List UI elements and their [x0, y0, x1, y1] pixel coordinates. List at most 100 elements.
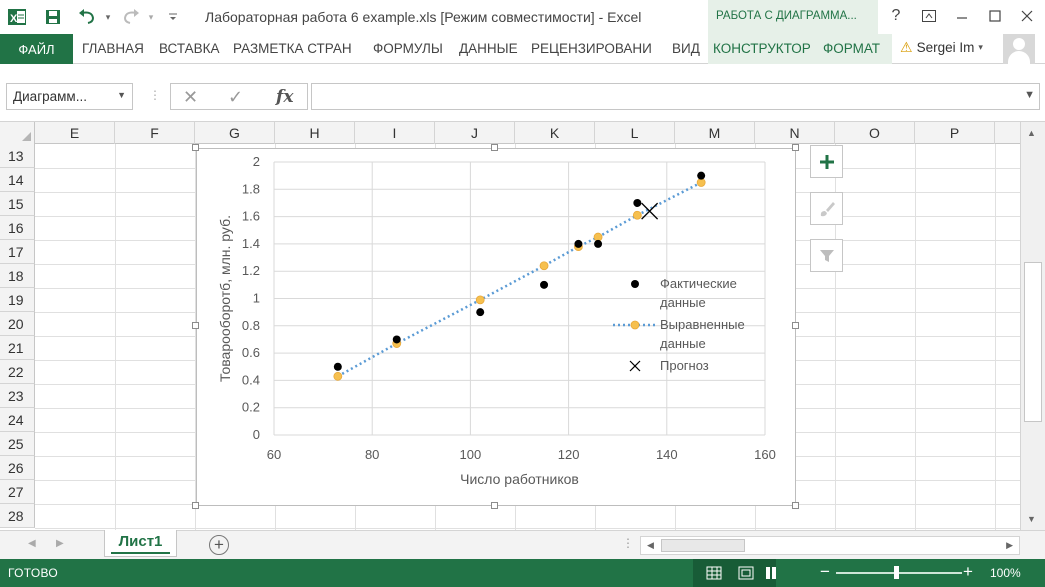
column-header[interactable]: G: [195, 122, 275, 144]
chart-resize-handle[interactable]: [792, 322, 799, 329]
save-icon[interactable]: [42, 6, 64, 28]
chart-styles-button[interactable]: [810, 192, 843, 225]
page-break-view-icon[interactable]: [765, 565, 776, 581]
chart-elements-button[interactable]: [810, 145, 843, 178]
tab-insert[interactable]: ВСТАВКА: [159, 41, 220, 56]
column-header[interactable]: E: [35, 122, 115, 144]
column-header[interactable]: M: [675, 122, 755, 144]
customize-toolbar-icon[interactable]: [162, 6, 184, 28]
avatar[interactable]: [1003, 34, 1035, 64]
tab-file[interactable]: ФАЙЛ: [0, 34, 73, 64]
scroll-right-icon[interactable]: ▶: [1006, 540, 1013, 551]
row-header[interactable]: 20: [0, 312, 35, 336]
add-sheet-icon[interactable]: +: [209, 535, 229, 555]
chart-resize-handle[interactable]: [491, 144, 498, 151]
page-layout-view-icon[interactable]: [738, 565, 754, 581]
chart-area[interactable]: 60 80 100 120 140 160 0 0.2 0.4 0.6 0.8 1 1.2 1.4 1.6 1…: [196, 148, 796, 506]
row-header[interactable]: 17: [0, 240, 35, 264]
row-header[interactable]: 22: [0, 360, 35, 384]
resize-handle-icon[interactable]: ⋮: [149, 88, 161, 102]
row-header[interactable]: 27: [0, 480, 35, 504]
zoom-in-icon[interactable]: +: [963, 562, 973, 582]
chart-resize-handle[interactable]: [192, 144, 199, 151]
scroll-down-icon[interactable]: ▼: [1027, 514, 1036, 524]
row-header[interactable]: 24: [0, 408, 35, 432]
column-header[interactable]: F: [115, 122, 195, 144]
tab-formulas[interactable]: ФОРМУЛЫ: [373, 41, 443, 56]
ribbon-display-options-button[interactable]: [916, 5, 942, 27]
scroll-up-icon[interactable]: ▲: [1027, 128, 1036, 138]
column-header[interactable]: H: [275, 122, 355, 144]
undo-icon[interactable]: [77, 6, 99, 28]
chart-resize-handle[interactable]: [491, 502, 498, 509]
formula-input[interactable]: ▼: [311, 83, 1040, 110]
select-all-button[interactable]: [0, 122, 35, 144]
tab-chart-format[interactable]: ФОРМАТ: [818, 34, 892, 64]
close-button[interactable]: [1014, 5, 1040, 27]
expand-formula-icon[interactable]: ▼: [1024, 89, 1035, 101]
tab-chart-design[interactable]: КОНСТРУКТОР: [708, 34, 818, 64]
tab-review[interactable]: РЕЦЕНЗИРОВАНИ: [531, 41, 652, 56]
resize-handle-icon[interactable]: ⋮: [622, 536, 634, 550]
tab-view[interactable]: ВИД: [672, 41, 700, 56]
row-header[interactable]: 28: [0, 504, 35, 528]
column-header[interactable]: K: [515, 122, 595, 144]
column-header[interactable]: P: [915, 122, 995, 144]
chart-filters-button[interactable]: [810, 239, 843, 272]
previous-sheet-icon[interactable]: ◀: [28, 538, 36, 549]
name-box[interactable]: Диаграмм... ▼: [6, 83, 133, 110]
tab-page-layout[interactable]: РАЗМЕТКА СТРАН: [233, 41, 352, 56]
actual-point: [697, 171, 706, 180]
row-header[interactable]: 21: [0, 336, 35, 360]
y-tick-label: 1.4: [242, 236, 260, 251]
status-text: ГОТОВО: [8, 566, 59, 580]
tab-home[interactable]: ГЛАВНАЯ: [82, 41, 144, 56]
enter-icon[interactable]: ✓: [228, 87, 243, 108]
minimize-button[interactable]: [949, 5, 975, 27]
column-header[interactable]: O: [835, 122, 915, 144]
scroll-left-icon[interactable]: ◀: [647, 540, 654, 551]
help-button[interactable]: ?: [883, 5, 909, 27]
row-header[interactable]: 13: [0, 144, 35, 168]
column-header[interactable]: I: [355, 122, 435, 144]
chart-resize-handle[interactable]: [192, 502, 199, 509]
fitted-point: [696, 178, 706, 187]
sheet-tab-active[interactable]: Лист1: [104, 530, 177, 557]
zoom-slider-thumb[interactable]: [894, 566, 899, 579]
chart-resize-handle[interactable]: [792, 502, 799, 509]
vertical-scrollbar[interactable]: ▲ ▼: [1020, 122, 1045, 530]
row-header[interactable]: 19: [0, 288, 35, 312]
zoom-out-icon[interactable]: −: [820, 562, 830, 582]
scroll-thumb[interactable]: [661, 539, 745, 552]
insert-function-icon[interactable]: fx: [276, 87, 293, 107]
row-header[interactable]: 25: [0, 432, 35, 456]
tab-data[interactable]: ДАННЫЕ: [459, 41, 518, 56]
normal-view-icon[interactable]: [706, 565, 722, 581]
row-header[interactable]: 15: [0, 192, 35, 216]
row-header[interactable]: 18: [0, 264, 35, 288]
zoom-slider[interactable]: [836, 572, 962, 574]
scatter-chart[interactable]: 60 80 100 120 140 160 0 0.2 0.4 0.6 0.8 1 1.2 1.4 1.6 1…: [197, 149, 797, 507]
chart-resize-handle[interactable]: [192, 322, 199, 329]
user-account[interactable]: ⚠ Sergei Im ▾: [900, 39, 983, 56]
row-header[interactable]: 16: [0, 216, 35, 240]
row-header[interactable]: 23: [0, 384, 35, 408]
redo-icon[interactable]: [119, 6, 141, 28]
zoom-level[interactable]: 100%: [990, 566, 1021, 580]
column-header[interactable]: L: [595, 122, 675, 144]
chevron-down-icon: ▼: [117, 90, 126, 100]
next-sheet-icon[interactable]: ▶: [56, 538, 64, 549]
chart-resize-handle[interactable]: [792, 144, 799, 151]
row-header[interactable]: 14: [0, 168, 35, 192]
cancel-icon[interactable]: ✕: [183, 87, 198, 108]
grid-line: [995, 144, 996, 530]
redo-dropdown-icon[interactable]: ▾: [140, 6, 162, 28]
column-header[interactable]: J: [435, 122, 515, 144]
horizontal-scrollbar[interactable]: ◀ ▶: [640, 536, 1020, 555]
column-header[interactable]: N: [755, 122, 835, 144]
legend-label-fitted: данные: [660, 336, 706, 351]
scroll-thumb[interactable]: [1024, 262, 1042, 422]
maximize-button[interactable]: [982, 5, 1008, 27]
row-header[interactable]: 26: [0, 456, 35, 480]
undo-dropdown-icon[interactable]: ▾: [97, 6, 119, 28]
